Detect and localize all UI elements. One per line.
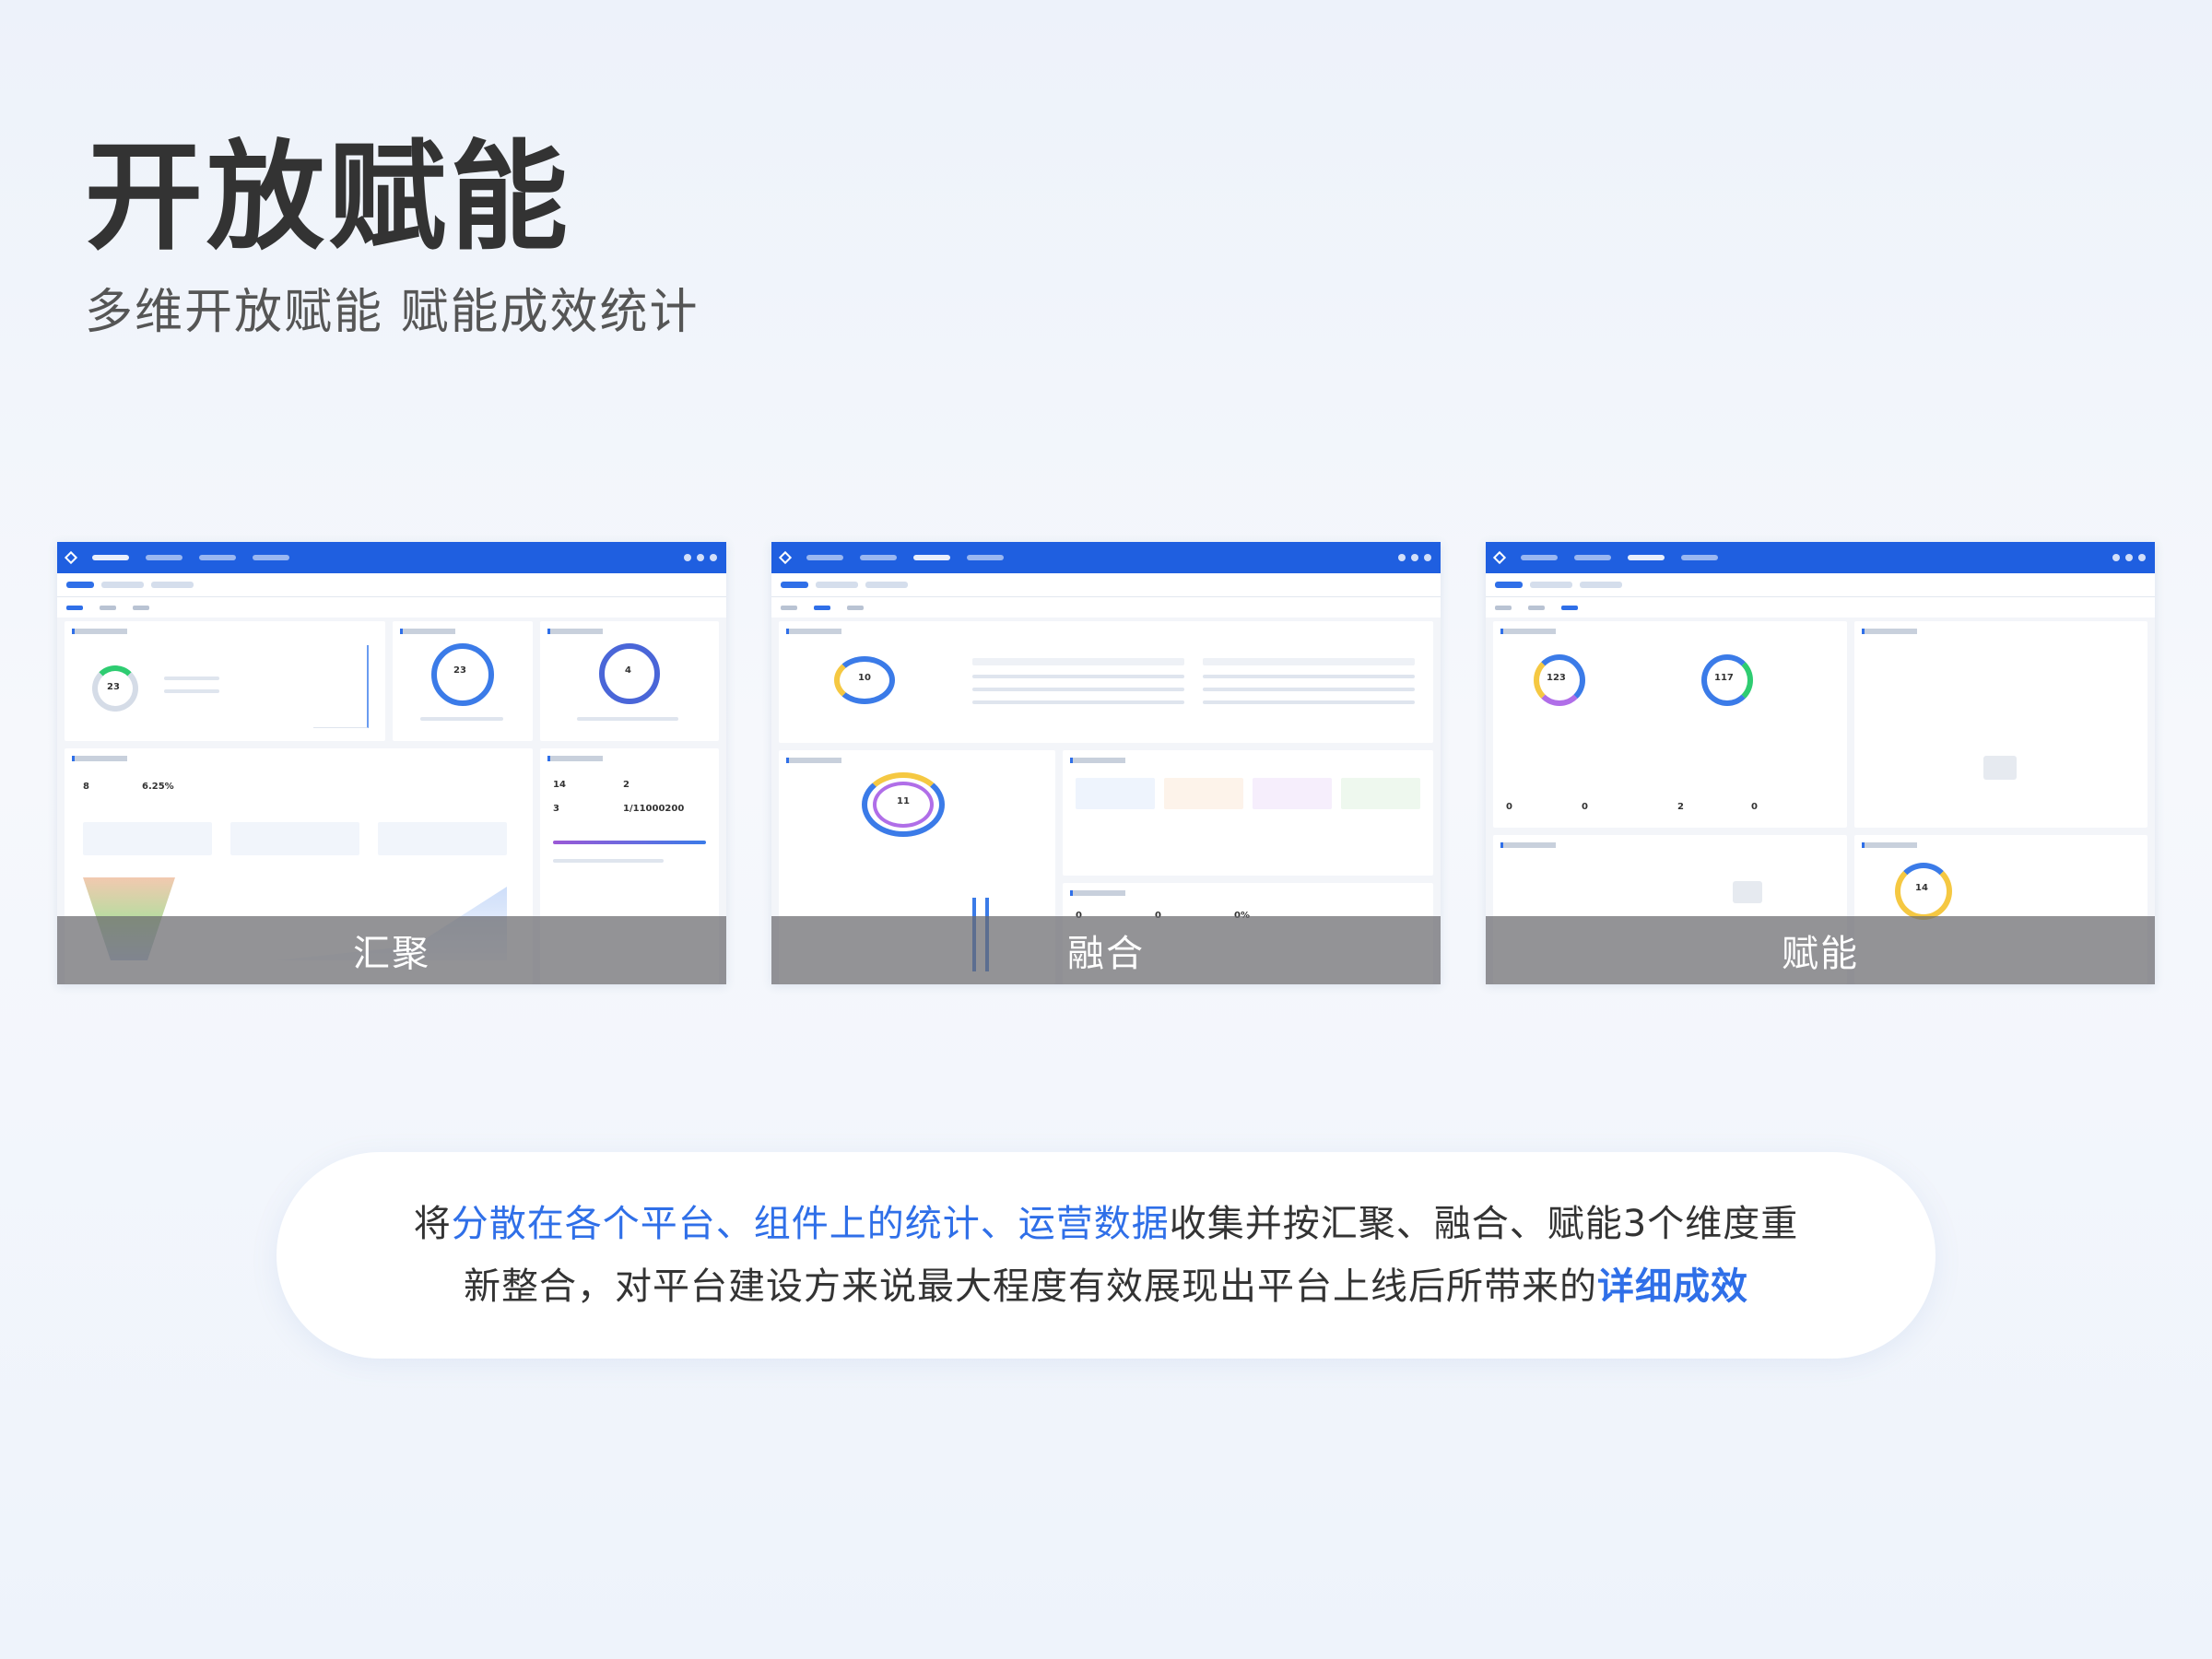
card-access-overview: 23 (65, 621, 385, 741)
description-box: 将分散在各个平台、组件上的统计、运营数据收集并按汇聚、融合、赋能3个维度重 新整… (276, 1152, 1936, 1359)
card-savings (1063, 750, 1433, 876)
logo-icon (1492, 550, 1507, 565)
card-ring-3: 4 (540, 621, 719, 741)
card-service-stats: 123 117 0 0 2 0 (1493, 621, 1847, 828)
breadcrumb (1486, 573, 2155, 597)
ring-value: 23 (107, 682, 120, 692)
breadcrumb (57, 573, 726, 597)
description-emphasis: 详细成效 (1597, 1265, 1748, 1308)
page-subtitle: 多维开放赋能 赋能成效统计 (85, 285, 700, 340)
screenshot-enable[interactable]: 123 117 0 0 2 0 14 赋能 (1486, 542, 2155, 984)
tab-strip (1486, 597, 2155, 618)
app-topbar (771, 542, 1441, 573)
description-line-2: 新整合，对平台建设方来说最大程度有效展现出平台上线后所带来的详细成效 (464, 1265, 1748, 1308)
card-empty (1854, 621, 2147, 828)
screenshot-fusion[interactable]: 10 11 0 0 0% (771, 542, 1441, 984)
app-topbar (57, 542, 726, 573)
app-topbar (1486, 542, 2155, 573)
card-ring-2: 23 (393, 621, 533, 741)
description-line-1: 将分散在各个平台、组件上的统计、运营数据收集并按汇聚、融合、赋能3个维度重 (413, 1203, 1799, 1245)
logo-icon (778, 550, 793, 565)
page-title: 开放赋能 (85, 129, 572, 266)
description-highlight: 分散在各个平台、组件上的统计、运营数据 (451, 1203, 1170, 1245)
ring-value: 23 (453, 665, 466, 676)
tab-strip (771, 597, 1441, 618)
screenshot-caption: 融合 (771, 916, 1441, 984)
logo-icon (64, 550, 78, 565)
ring-value: 4 (625, 665, 631, 676)
screenshot-caption: 赋能 (1486, 916, 2155, 984)
screenshot-aggregate[interactable]: 23 23 4 8 6.25% 14 2 3 1/11000200 汇聚 (57, 542, 726, 984)
tab-strip (57, 597, 726, 618)
card-event-stats: 10 (779, 621, 1433, 743)
breadcrumb (771, 573, 1441, 597)
screenshot-caption: 汇聚 (57, 916, 726, 984)
